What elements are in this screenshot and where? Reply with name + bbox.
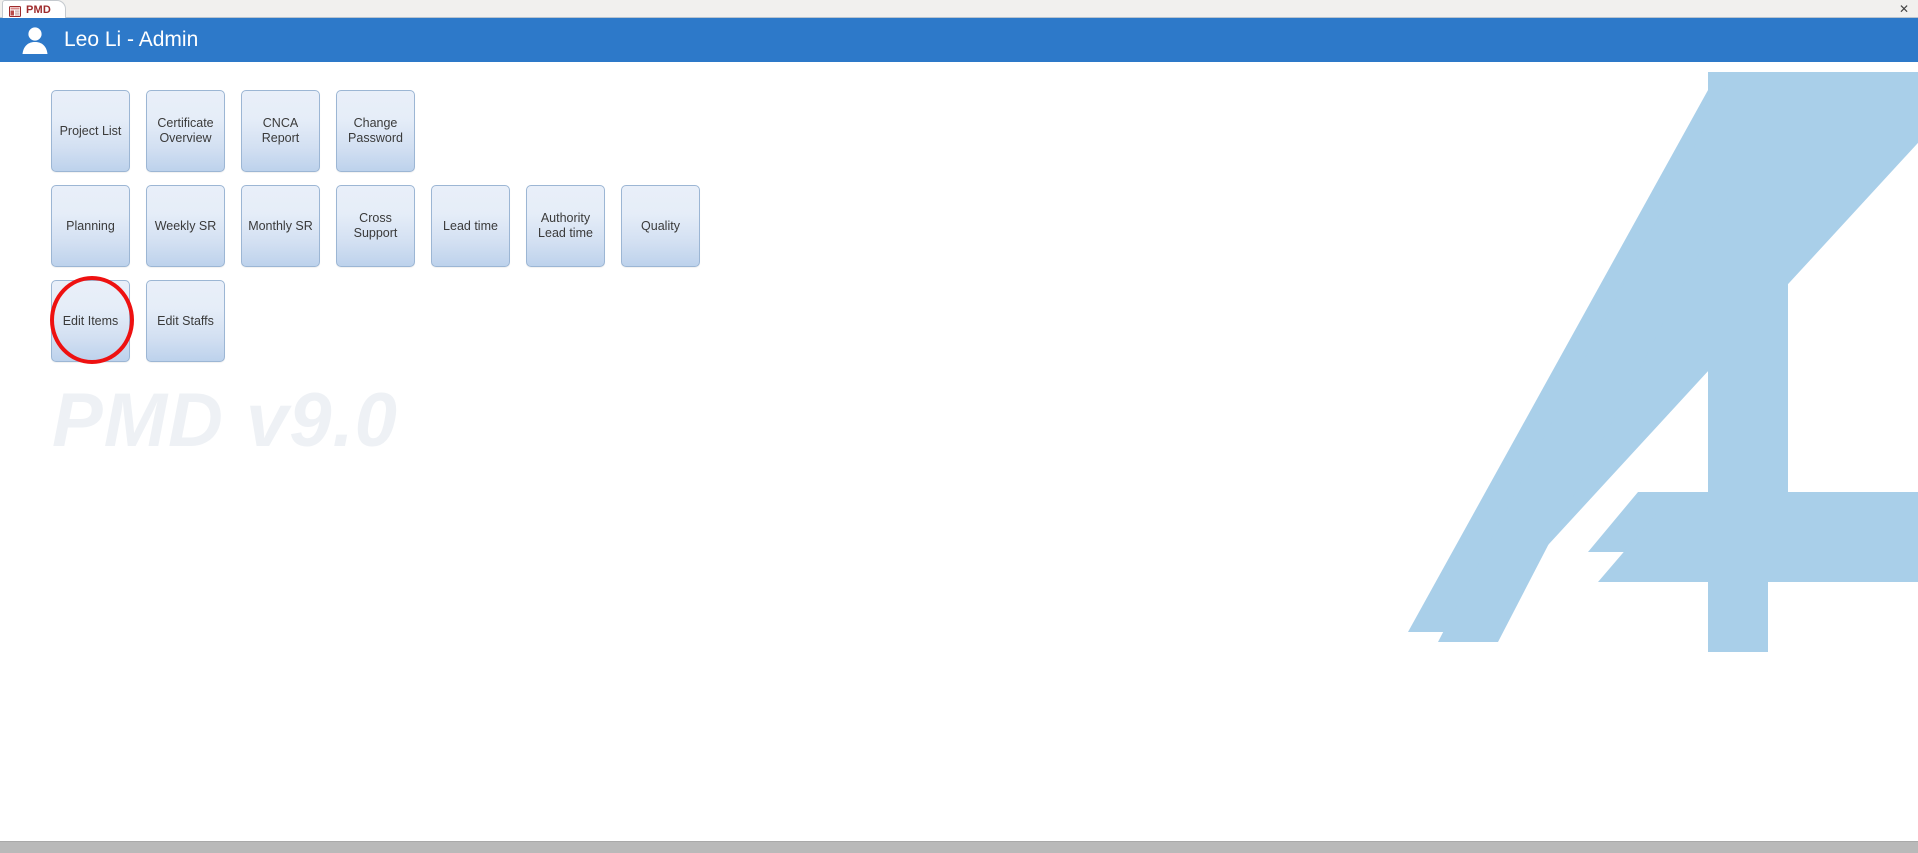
nav-button-label: Quality <box>641 218 680 233</box>
nav-button-label: Change Password <box>348 116 403 145</box>
nav-button-planning[interactable]: Planning <box>51 185 130 267</box>
nav-button-label: CNCA Report <box>261 116 300 145</box>
nav-button-label: Edit Items <box>62 313 119 328</box>
nav-button-label: Cross Support <box>353 211 398 240</box>
nav-button-change-password[interactable]: Change Password <box>336 90 415 172</box>
nav-button-authority-lead-time[interactable]: Authority Lead time <box>526 185 605 267</box>
user-avatar-icon <box>18 23 52 57</box>
nav-button-label: Lead time <box>443 218 498 233</box>
close-icon[interactable]: ✕ <box>1896 1 1912 17</box>
nav-button-label: Project List <box>59 123 122 138</box>
nav-button-label: Authority Lead time <box>538 211 593 240</box>
nav-button-monthly-sr[interactable]: Monthly SR <box>241 185 320 267</box>
app-header: Leo Li - Admin <box>0 18 1918 62</box>
nav-button-label: Certificate Overview <box>157 116 214 145</box>
nav-button-row-1: Project List Certificate Overview CNCA R… <box>51 90 716 172</box>
tab-strip: PMD ✕ <box>0 0 1918 18</box>
nav-button-weekly-sr[interactable]: Weekly SR <box>146 185 225 267</box>
nav-button-project-list[interactable]: Project List <box>51 90 130 172</box>
pmd-triangle-logo <box>1408 72 1918 652</box>
main-canvas: PMD v9.0 Project List Certificate Overvi… <box>0 62 1918 841</box>
nav-button-certificate-overview[interactable]: Certificate Overview <box>146 90 225 172</box>
form-view-icon <box>9 4 21 17</box>
nav-button-label: Weekly SR <box>154 218 217 233</box>
nav-button-row-2: Planning Weekly SR Monthly SR Cross Supp… <box>51 185 716 267</box>
nav-button-label: Edit Staffs <box>157 313 214 328</box>
nav-button-quality[interactable]: Quality <box>621 185 700 267</box>
nav-button-label: Monthly SR <box>248 218 313 233</box>
page-title: Leo Li - Admin <box>64 28 199 51</box>
nav-button-lead-time[interactable]: Lead time <box>431 185 510 267</box>
version-watermark: PMD v9.0 <box>52 378 398 463</box>
nav-button-cross-support[interactable]: Cross Support <box>336 185 415 267</box>
nav-button-edit-staffs[interactable]: Edit Staffs <box>146 280 225 362</box>
status-bar <box>0 841 1918 853</box>
nav-button-cnca-report[interactable]: CNCA Report <box>241 90 320 172</box>
nav-button-grid: Project List Certificate Overview CNCA R… <box>51 90 716 375</box>
tab-pmd-label: PMD <box>26 3 52 16</box>
nav-button-row-3: Edit Items Edit Staffs <box>51 280 716 362</box>
nav-button-label: Planning <box>66 218 115 233</box>
nav-button-edit-items[interactable]: Edit Items <box>51 280 130 362</box>
tab-pmd[interactable]: PMD <box>2 0 67 18</box>
